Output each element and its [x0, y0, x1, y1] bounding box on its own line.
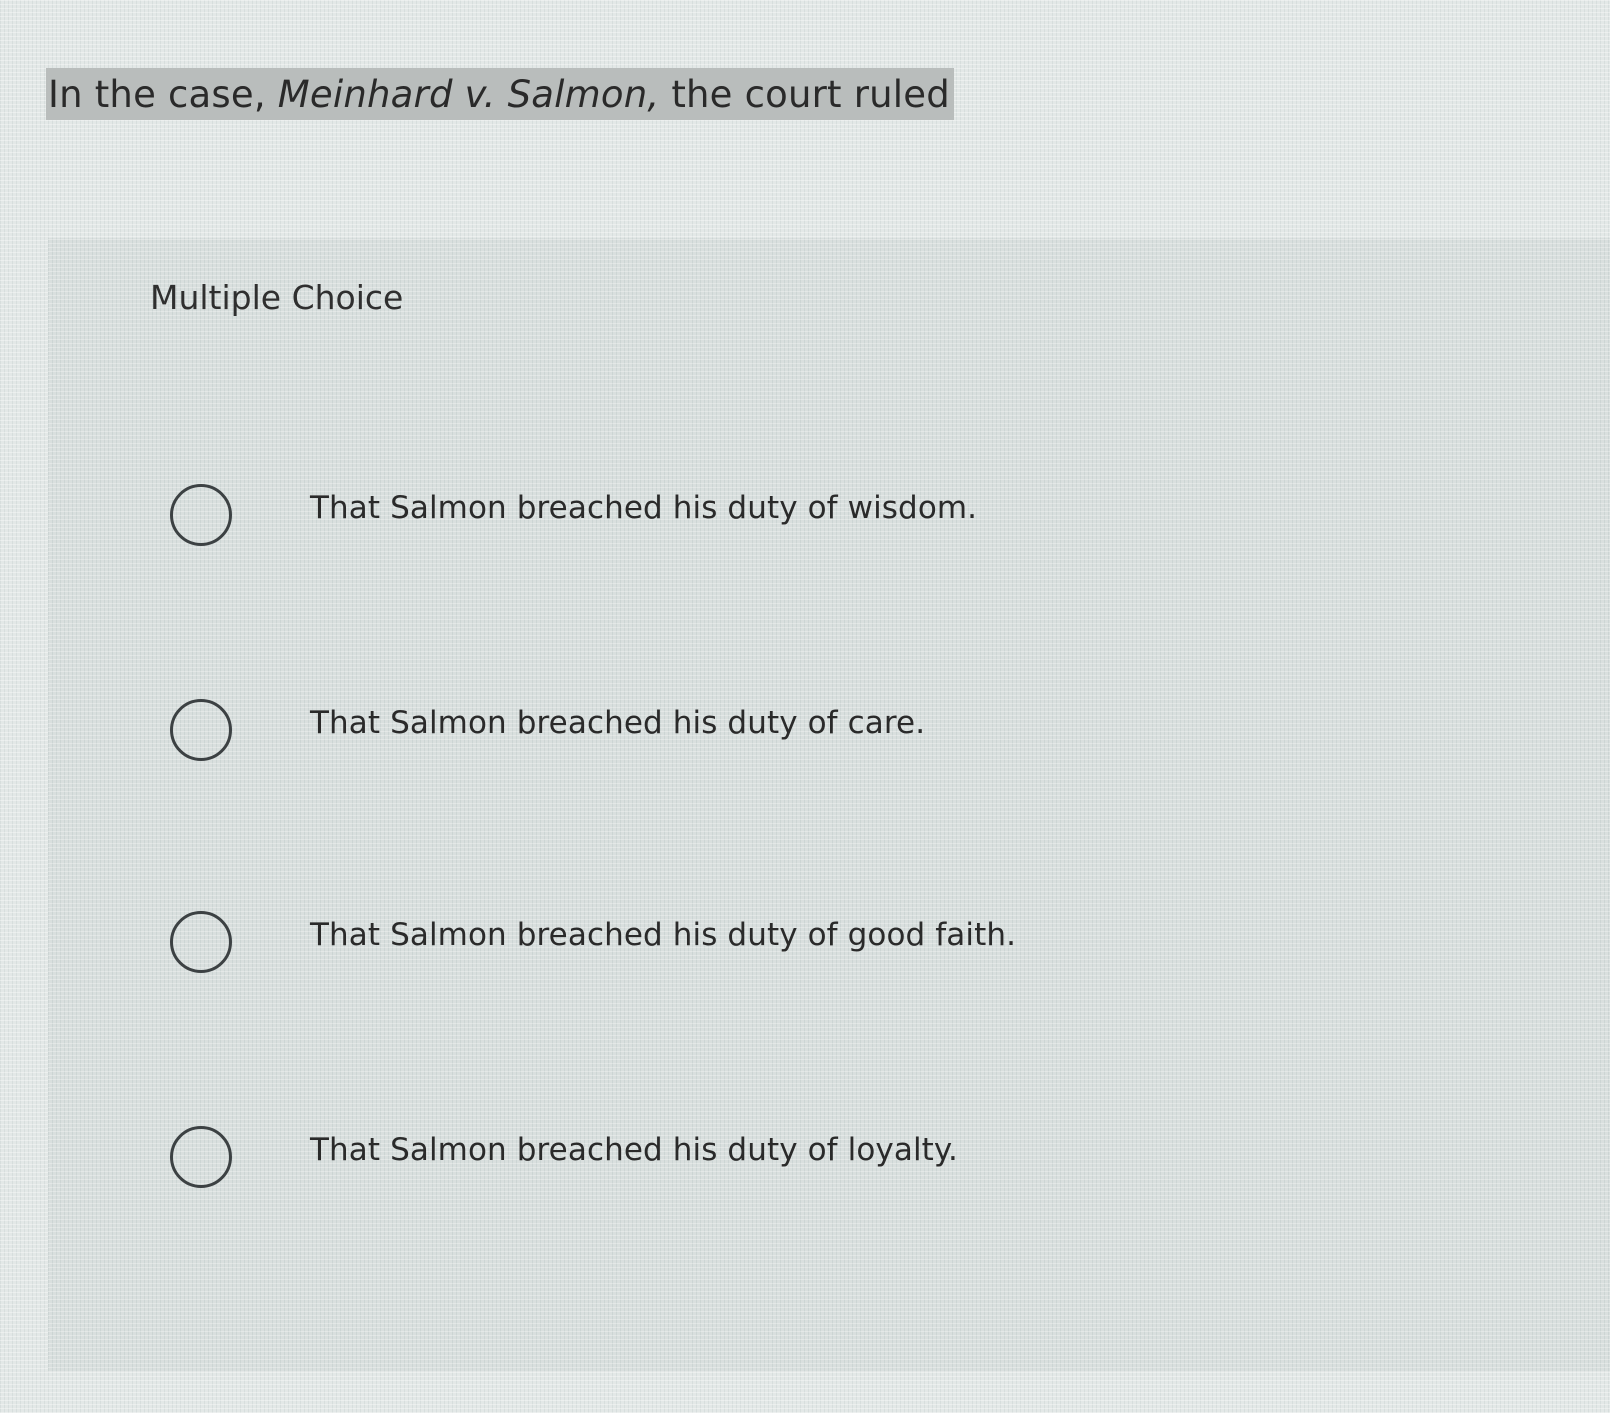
- question-text: In the case, Meinhard v. Salmon, the cou…: [46, 68, 954, 120]
- answer-option-label: That Salmon breached his duty of loyalty…: [310, 1132, 958, 1168]
- radio-button-icon[interactable]: [170, 484, 232, 546]
- answer-option-1[interactable]: That Salmon breached his duty of wisdom.: [168, 478, 1468, 558]
- answer-option-4[interactable]: That Salmon breached his duty of loyalty…: [168, 1120, 1468, 1200]
- answer-option-label: That Salmon breached his duty of good fa…: [310, 917, 1017, 953]
- case-name: Meinhard v. Salmon,: [277, 72, 660, 116]
- answer-option-2[interactable]: That Salmon breached his duty of care.: [168, 693, 1468, 773]
- answer-option-3[interactable]: That Salmon breached his duty of good fa…: [168, 905, 1468, 985]
- radio-button-icon[interactable]: [170, 1126, 232, 1188]
- multiple-choice-panel: Multiple Choice That Salmon breached his…: [48, 238, 1610, 1372]
- question-prefix: In the case,: [48, 72, 266, 116]
- question-suffix: the court ruled: [671, 72, 950, 116]
- answer-option-label: That Salmon breached his duty of care.: [310, 705, 926, 741]
- radio-button-icon[interactable]: [170, 699, 232, 761]
- radio-button-icon[interactable]: [170, 911, 232, 973]
- answer-option-label: That Salmon breached his duty of wisdom.: [310, 490, 978, 526]
- question-type-label: Multiple Choice: [150, 278, 404, 317]
